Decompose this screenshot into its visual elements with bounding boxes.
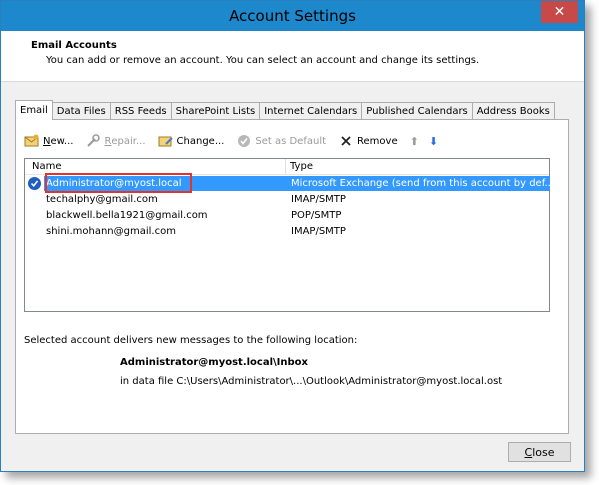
tab-internet-calendars[interactable]: Internet Calendars — [259, 102, 363, 119]
tab-address-books[interactable]: Address Books — [471, 102, 555, 119]
accounts-list: Name Type Administrator@myost.local Micr… — [24, 158, 555, 312]
email-tab-panel: New... Repair... Change... Set as Defaul… — [15, 119, 569, 434]
tab-published-calendars[interactable]: Published Calendars — [361, 102, 473, 119]
remove-button-label: Remove — [357, 135, 398, 147]
repair-icon — [85, 133, 101, 149]
move-up-icon[interactable]: ⬆ — [410, 135, 419, 148]
account-toolbar: New... Repair... Change... Set as Defaul… — [24, 132, 438, 150]
account-name: blackwell.bella1921@gmail.com — [46, 210, 208, 221]
header-description: You can add or remove an account. You ca… — [46, 55, 480, 66]
account-settings-dialog: Account Settings ✕ Email Accounts You ca… — [0, 0, 585, 472]
change-button[interactable]: Change... — [158, 133, 225, 149]
close-button[interactable]: Close — [508, 442, 571, 462]
x-icon — [338, 133, 354, 149]
header-panel: Email Accounts You can add or remove an … — [1, 31, 584, 82]
set-as-default-label: Set as Default — [255, 135, 327, 147]
column-header-name[interactable]: Name — [32, 161, 62, 172]
tab-sharepoint-lists[interactable]: SharePoint Lists — [170, 102, 261, 119]
header-title: Email Accounts — [31, 40, 117, 51]
account-type: IMAP/SMTP — [291, 226, 346, 237]
default-account-check-icon — [28, 177, 41, 190]
delivery-inbox-path: Administrator@myost.local\Inbox — [120, 357, 308, 368]
close-button-accel: C — [524, 445, 533, 459]
move-down-icon[interactable]: ⬇ — [429, 135, 438, 148]
close-button-label: lose — [532, 445, 555, 459]
change-icon — [158, 133, 174, 149]
annotation-highlight-box — [45, 173, 192, 193]
window-title: Account Settings — [229, 7, 356, 25]
tab-data-files[interactable]: Data Files — [51, 102, 111, 119]
repair-button-label: epair... — [111, 135, 146, 147]
delivery-location-label: Selected account delivers new messages t… — [24, 335, 358, 346]
tab-strip: Email Data Files RSS Feeds SharePoint Li… — [15, 100, 555, 120]
repair-button-accel: R — [104, 135, 112, 147]
new-button-accel: N — [43, 135, 51, 147]
tab-email[interactable]: Email — [15, 100, 53, 120]
check-circle-icon — [236, 133, 252, 149]
change-button-label: Change... — [176, 135, 225, 147]
new-button[interactable]: New... — [24, 133, 73, 149]
account-type: IMAP/SMTP — [291, 194, 346, 205]
account-type: POP/SMTP — [291, 210, 342, 221]
column-divider — [285, 159, 286, 174]
close-icon: ✕ — [553, 4, 566, 20]
account-type: Microsoft Exchange (send from this accou… — [291, 178, 555, 189]
account-row[interactable]: shini.mohann@gmail.com IMAP/SMTP — [25, 224, 551, 239]
account-row[interactable]: techalphy@gmail.com IMAP/SMTP — [25, 192, 551, 207]
column-header-type[interactable]: Type — [290, 161, 313, 172]
account-name: shini.mohann@gmail.com — [46, 226, 176, 237]
new-account-icon — [24, 133, 40, 149]
new-button-label: ew... — [50, 135, 74, 147]
account-row[interactable]: blackwell.bella1921@gmail.com POP/SMTP — [25, 208, 551, 223]
delivery-data-file: in data file C:\Users\Administrator\...\… — [120, 376, 503, 387]
remove-button[interactable]: Remove — [338, 133, 398, 149]
window-close-button[interactable]: ✕ — [541, 1, 578, 23]
title-bar: Account Settings ✕ — [1, 1, 584, 31]
repair-button[interactable]: Repair... — [85, 133, 146, 149]
tab-rss-feeds[interactable]: RSS Feeds — [109, 102, 172, 119]
set-as-default-button[interactable]: Set as Default — [236, 133, 326, 149]
account-row[interactable]: Administrator@myost.local Microsoft Exch… — [25, 173, 555, 193]
account-name: techalphy@gmail.com — [46, 194, 158, 205]
